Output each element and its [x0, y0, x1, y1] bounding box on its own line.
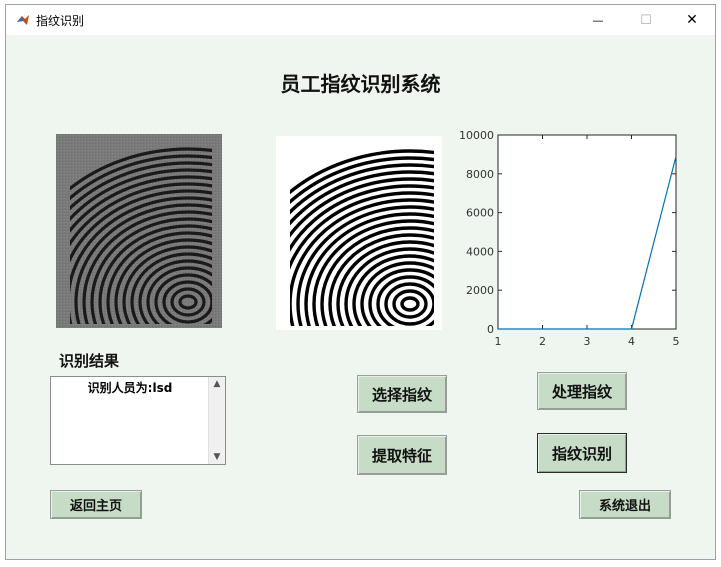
x-tick-label: 2	[539, 335, 546, 348]
feature-chart: 0 2000 4000 6000 8000 10000 1 2 3 4 5	[459, 131, 680, 348]
plot-area	[497, 134, 677, 330]
listbox-scrollbar[interactable]: ▲ ▼	[208, 377, 225, 464]
processed-fingerprint-image	[276, 136, 442, 330]
select-fingerprint-label: 选择指纹	[371, 385, 432, 404]
y-tick-label: 4000	[466, 245, 494, 258]
close-button[interactable]: ✕	[669, 5, 715, 35]
list-item[interactable]: 识别人员为:lsd	[51, 379, 209, 396]
identify-fingerprint-button[interactable]: 指纹识别	[537, 433, 627, 473]
result-listbox[interactable]: 识别人员为:lsd ▲ ▼	[50, 376, 226, 465]
maximize-icon: ☐	[640, 12, 652, 28]
minimize-button[interactable]: —	[575, 5, 621, 35]
app-window: 指纹识别 — ☐ ✕ 员工指纹识别系统 0 2000 4000 6000 800…	[5, 4, 716, 560]
page-title: 员工指纹识别系统	[280, 72, 441, 96]
scroll-down-icon[interactable]: ▼	[209, 452, 225, 462]
y-tick-label: 10000	[459, 131, 494, 142]
x-tick-label: 4	[628, 335, 635, 348]
original-fingerprint-image	[56, 134, 222, 328]
minimize-icon: —	[592, 13, 604, 27]
y-tick-label: 0	[487, 323, 494, 336]
main-panel: 员工指纹识别系统 0 2000 4000 6000 8000 10000 1 2…	[6, 35, 715, 559]
close-icon: ✕	[686, 12, 698, 28]
scroll-up-icon[interactable]: ▲	[209, 379, 225, 389]
extract-features-label: 提取特征	[371, 446, 432, 465]
extract-features-button[interactable]: 提取特征	[357, 435, 447, 475]
return-home-button[interactable]: 返回主页	[50, 490, 142, 519]
matlab-icon	[17, 15, 29, 25]
select-fingerprint-button[interactable]: 选择指纹	[357, 375, 447, 413]
exit-system-button[interactable]: 系统退出	[579, 490, 671, 519]
x-tick-label: 1	[495, 335, 502, 348]
y-tick-label: 2000	[466, 284, 494, 297]
window-title: 指纹识别	[36, 14, 85, 28]
x-tick-label: 3	[584, 335, 591, 348]
result-label: 识别结果	[59, 352, 120, 370]
maximize-button[interactable]: ☐	[623, 5, 669, 35]
y-tick-label: 8000	[466, 168, 494, 181]
title-bar: 指纹识别 — ☐ ✕	[6, 5, 715, 35]
return-home-label: 返回主页	[69, 499, 122, 514]
process-fingerprint-button[interactable]: 处理指纹	[537, 372, 627, 410]
process-fingerprint-label: 处理指纹	[551, 382, 612, 401]
identify-fingerprint-label: 指纹识别	[551, 444, 612, 463]
exit-system-label: 系统退出	[598, 499, 651, 514]
x-tick-label: 5	[673, 335, 680, 348]
y-tick-label: 6000	[466, 207, 494, 220]
